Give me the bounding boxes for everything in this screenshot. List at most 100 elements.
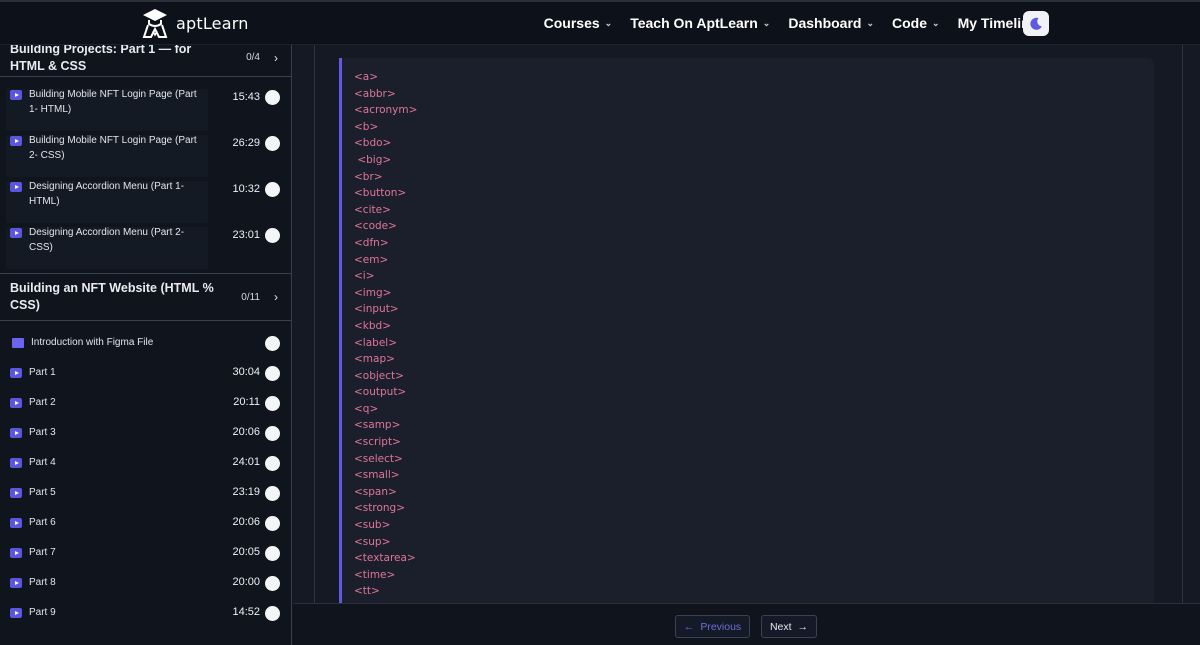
lesson-complete-checkbox[interactable] [265,606,280,621]
lesson-title: Part 2 [29,397,56,408]
lesson-title: Part 4 [29,457,56,468]
lesson-title: Building Mobile NFT Login Page (Part 2- … [29,135,197,161]
nav-dashboard[interactable]: Dashboard ⌄ [788,15,874,31]
lesson-duration: 30:04 [232,366,260,378]
lesson-item[interactable]: Part 8 20:00 [0,575,291,605]
section-progress-count: 0/11 [241,291,260,303]
nav-courses-label: Courses [543,14,600,31]
brand-logo[interactable]: aptLearn [140,7,249,39]
content-divider [314,45,315,603]
lesson-complete-checkbox[interactable] [265,546,280,561]
code-line: <bdo> [354,137,392,150]
nav-code-label: Code [892,14,928,31]
code-line: <tt> [354,585,380,598]
lesson-duration: 20:05 [232,546,260,558]
nav-courses[interactable]: Courses ⌄ [544,15,613,31]
code-line: <sup> [354,535,391,548]
play-video-icon [10,228,22,238]
lesson-item[interactable]: Designing Accordion Menu (Part 1- HTML) … [0,179,291,225]
code-line: <span> [354,485,397,498]
code-line: <small> [354,469,400,482]
code-line: <acronym> [354,104,418,117]
code-line: <samp> [354,419,401,432]
code-line: <img> [354,286,392,299]
code-line: <select> [354,452,403,465]
code-line: <textarea> [354,552,416,565]
lesson-complete-checkbox[interactable] [265,516,280,531]
code-line: <strong> [354,502,406,515]
lesson-complete-checkbox[interactable] [265,426,280,441]
lesson-complete-checkbox[interactable] [265,456,280,471]
code-line: <em> [354,253,389,266]
play-video-icon [10,398,22,408]
lesson-complete-checkbox[interactable] [265,396,280,411]
lesson-complete-checkbox[interactable] [265,136,280,151]
nav-teach-label: Teach On AptLearn [630,14,758,31]
code-block-accent-bar [339,58,342,603]
previous-button-label: Previous [700,620,742,633]
lesson-title: Part 9 [29,607,56,618]
chevron-down-icon: ⌄ [932,18,940,28]
lesson-duration: 23:19 [232,486,260,498]
code-line: <time> [354,568,396,581]
lesson-item[interactable]: Building Mobile NFT Login Page (Part 1- … [0,87,291,133]
play-video-icon [10,578,22,588]
play-video-icon [10,488,22,498]
lesson-complete-checkbox[interactable] [265,486,280,501]
lesson-duration: 10:32 [232,183,260,195]
previous-button[interactable]: ← Previous [675,615,750,638]
lesson-item[interactable]: Part 3 20:06 [0,425,291,455]
lesson-item[interactable]: Designing Accordion Menu (Part 2- CSS) 2… [0,225,291,271]
brand-name: aptLearn [176,13,249,33]
lesson-item[interactable]: Part 9 14:52 [0,605,291,635]
play-video-icon [10,182,22,192]
theme-toggle-button[interactable] [1023,11,1049,36]
lesson-item[interactable]: Part 7 20:05 [0,545,291,575]
lesson-item[interactable]: Part 4 24:01 [0,455,291,485]
code-line: <i> [354,270,375,283]
code-line: <abbr> [354,87,396,100]
code-lines: <a> <abbr> <acronym> <b> <bdo> <big> <br> <but… [354,69,417,600]
content-divider [1182,45,1183,603]
code-line: <dfn> [354,236,389,249]
code-line: <button> [354,187,407,200]
nav-teach[interactable]: Teach On AptLearn ⌄ [630,15,770,31]
section-progress-count: 0/4 [246,52,260,63]
lesson-duration: 24:01 [232,456,260,468]
play-video-icon [10,428,22,438]
lesson-item[interactable]: Part 1 30:04 [0,365,291,395]
lesson-complete-checkbox[interactable] [265,336,280,351]
next-button[interactable]: Next → [761,615,817,638]
code-line: <a> [354,71,379,83]
lesson-title: Designing Accordion Menu (Part 1- HTML) [29,181,185,207]
code-line: <output> [354,386,407,399]
lesson-item[interactable]: Introduction with Figma File [0,335,291,365]
lesson-duration: 20:06 [232,516,260,528]
chevron-down-icon: ⌄ [762,18,771,28]
lesson-complete-checkbox[interactable] [265,228,280,243]
lesson-complete-checkbox[interactable] [265,576,280,591]
course-sidebar: Building Projects: Part 1 — for HTML & C… [0,45,292,645]
lesson-title: Designing Accordion Menu (Part 2- CSS) [29,227,185,253]
next-button-label: Next [769,620,792,633]
arrow-right-icon: → [797,620,809,633]
section-title: Building an NFT Website (HTML % CSS) [10,281,214,312]
lesson-duration: 20:11 [233,396,260,408]
lesson-complete-checkbox[interactable] [265,366,280,381]
lesson-item[interactable]: Building Mobile NFT Login Page (Part 2- … [0,133,291,179]
code-block: <a> <abbr> <acronym> <b> <bdo> <big> <br> <but… [339,58,1154,603]
section-header[interactable]: Building Projects: Part 1 — for HTML & C… [0,45,291,77]
lesson-duration: 20:00 [232,576,260,588]
lesson-item[interactable]: Part 2 20:11 [0,395,291,425]
lesson-complete-checkbox[interactable] [265,90,280,105]
aptlearn-logo-icon [142,9,168,38]
section-header[interactable]: Building an NFT Website (HTML % CSS) 0/1… [0,273,291,321]
lesson-item[interactable]: Part 6 20:06 [0,515,291,545]
play-video-icon [10,548,22,558]
lesson-content-area: <a> <abbr> <acronym> <b> <bdo> <big> <br> <but… [293,45,1200,603]
nav-code[interactable]: Code ⌄ [892,15,940,31]
code-line: <br> [354,170,383,183]
lesson-item[interactable]: Part 5 23:19 [0,485,291,515]
lesson-complete-checkbox[interactable] [265,182,280,197]
code-line: <kbd> [354,319,392,332]
